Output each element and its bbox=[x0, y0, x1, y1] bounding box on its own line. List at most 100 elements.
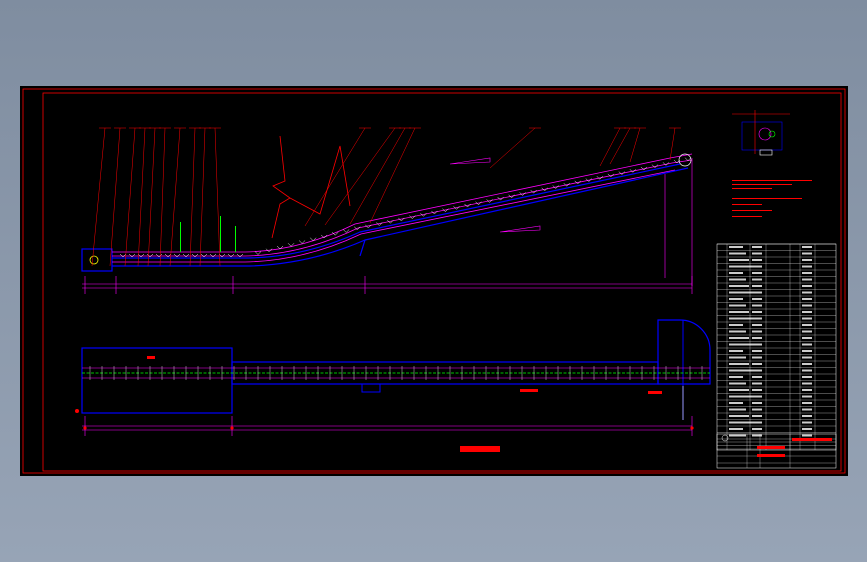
drawing-sheet[interactable] bbox=[20, 86, 848, 476]
table-cell bbox=[752, 330, 762, 333]
table-cell bbox=[729, 330, 746, 333]
note-line bbox=[732, 180, 812, 181]
note-line bbox=[732, 204, 762, 205]
table-cell bbox=[802, 408, 812, 411]
callout-leader bbox=[159, 127, 166, 267]
callout-leader bbox=[147, 127, 156, 267]
table-cell bbox=[802, 350, 812, 352]
table-cell bbox=[802, 259, 812, 261]
idler-roller bbox=[155, 253, 163, 258]
table-cell bbox=[802, 285, 812, 287]
table-cell bbox=[729, 408, 746, 411]
table-cell bbox=[752, 356, 762, 359]
callout-leader bbox=[369, 127, 416, 224]
table-cell bbox=[729, 434, 746, 437]
idler-roller bbox=[137, 253, 145, 258]
table-cell bbox=[752, 415, 762, 417]
table-cell bbox=[752, 291, 762, 294]
idler-roller bbox=[164, 253, 172, 258]
table-cell bbox=[802, 317, 812, 320]
drawing-name bbox=[757, 446, 785, 449]
head-pulley bbox=[678, 153, 692, 167]
table-cell bbox=[752, 259, 762, 261]
idler-roller bbox=[119, 253, 127, 258]
table-cell bbox=[802, 415, 812, 417]
table-cell bbox=[802, 376, 812, 378]
table-cell bbox=[729, 369, 752, 372]
elevation-view[interactable] bbox=[81, 127, 693, 294]
callout-leader bbox=[629, 127, 641, 163]
table-cell bbox=[729, 389, 749, 391]
table-cell bbox=[729, 265, 752, 268]
table-cell bbox=[802, 304, 812, 307]
table-cell bbox=[802, 278, 812, 281]
dimension-ticks bbox=[75, 409, 694, 430]
sheet-frame bbox=[22, 88, 846, 474]
callout-leader bbox=[669, 127, 676, 161]
table-cell bbox=[752, 304, 762, 307]
conveyor-drawing bbox=[22, 88, 846, 474]
table-cell bbox=[802, 246, 812, 248]
table-cell bbox=[802, 389, 812, 391]
table-cell bbox=[752, 317, 762, 320]
table-cell bbox=[752, 382, 762, 385]
idler-roller bbox=[236, 253, 244, 258]
table-cell bbox=[729, 298, 743, 300]
table-cell bbox=[802, 330, 812, 333]
callout-leader bbox=[609, 127, 631, 165]
table-cell bbox=[729, 376, 743, 378]
cad-viewport[interactable] bbox=[0, 0, 867, 562]
table-cell bbox=[752, 369, 762, 372]
table-cell bbox=[802, 434, 812, 437]
plan-dimension bbox=[82, 416, 693, 436]
table-cell bbox=[802, 337, 812, 339]
belt-elevation bbox=[112, 153, 693, 263]
idler-rollers bbox=[119, 157, 692, 258]
table-cell bbox=[802, 402, 812, 404]
table-cell bbox=[752, 298, 762, 300]
table-cell bbox=[729, 246, 743, 248]
idler-roller bbox=[146, 253, 154, 258]
company-name bbox=[757, 454, 785, 457]
table-cell bbox=[729, 324, 743, 326]
idler-roller bbox=[254, 251, 262, 255]
table-cell bbox=[729, 337, 749, 339]
notes bbox=[732, 180, 812, 217]
table-cell bbox=[802, 395, 812, 398]
table-cell bbox=[752, 311, 762, 313]
table-cell bbox=[729, 311, 749, 313]
table-cell bbox=[752, 395, 762, 398]
table-cell bbox=[729, 291, 752, 294]
table-cell bbox=[802, 298, 812, 300]
table-cell bbox=[802, 252, 812, 255]
table-cell bbox=[752, 343, 762, 346]
table-cell bbox=[802, 382, 812, 385]
table-cell bbox=[752, 350, 762, 352]
table-cell bbox=[802, 356, 812, 359]
table-cell bbox=[729, 395, 752, 398]
note-line bbox=[732, 198, 802, 199]
table-cell bbox=[729, 428, 743, 430]
table-cell bbox=[802, 343, 812, 346]
table-cell bbox=[729, 363, 749, 365]
detail-view[interactable] bbox=[732, 110, 790, 156]
callout-leader bbox=[199, 127, 206, 267]
table-cell bbox=[729, 356, 746, 359]
note-line bbox=[732, 210, 772, 211]
table-cell bbox=[802, 311, 812, 313]
idler-roller bbox=[182, 253, 190, 258]
tail-section-outline bbox=[81, 347, 233, 414]
idler-roller bbox=[173, 253, 181, 258]
drawing-number bbox=[792, 438, 832, 441]
table-cell bbox=[729, 285, 749, 287]
plan-view[interactable] bbox=[75, 319, 711, 452]
idler-roller bbox=[191, 253, 199, 258]
table-cell bbox=[752, 246, 762, 248]
table-cell bbox=[729, 350, 743, 352]
table-cell bbox=[752, 376, 762, 378]
parts-table[interactable] bbox=[716, 243, 837, 451]
red-label-bars bbox=[147, 356, 662, 452]
table-cell bbox=[752, 265, 762, 268]
table-cell bbox=[752, 285, 762, 287]
table-cell bbox=[802, 324, 812, 326]
